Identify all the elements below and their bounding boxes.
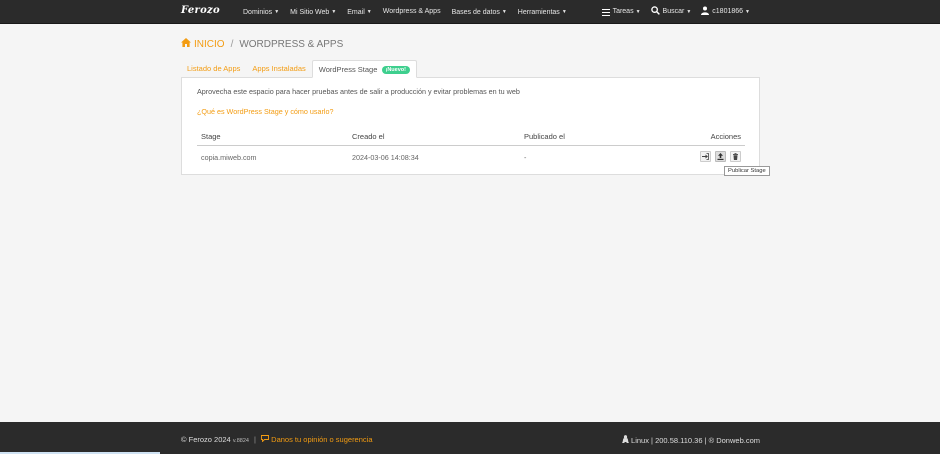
- caret-down-icon: ▼: [501, 9, 507, 15]
- publish-stage-button[interactable]: [715, 151, 726, 162]
- row-actions: [696, 151, 741, 162]
- footer-separator: |: [254, 435, 256, 444]
- menu-bases-de-datos[interactable]: Bases de datos ▼: [452, 0, 507, 24]
- tab-apps-instaladas[interactable]: Apps Instaladas: [246, 60, 311, 78]
- menu-herramientas[interactable]: Herramientas ▼: [518, 0, 567, 24]
- trash-icon: [733, 153, 738, 160]
- footer-left: © Ferozo 2024 v.8824 | Danos tu opinión …: [181, 435, 373, 444]
- cell-created: 2024-03-06 14:08:34: [352, 153, 419, 162]
- app-tabs: Listado de Apps Apps Instaladas WordPres…: [181, 60, 417, 78]
- cell-published: -: [524, 153, 527, 162]
- main-menu: Dominios ▼ Mi Sitio Web ▼ Email ▼ Wordpress…: [243, 0, 578, 24]
- menu-mi-sitio-web[interactable]: Mi Sitio Web ▼: [290, 0, 336, 24]
- footer-right: Linux | 200.58.110.36 | ® Donweb.com: [622, 435, 760, 445]
- header-actions: Acciones: [710, 132, 741, 141]
- menu-dominios[interactable]: Dominios ▼: [243, 0, 279, 24]
- caret-down-icon: ▼: [274, 9, 280, 15]
- user-icon: [701, 0, 710, 24]
- feedback-link[interactable]: Danos tu opinión o sugerencia: [261, 435, 373, 444]
- breadcrumb-home[interactable]: INICIO: [181, 38, 225, 50]
- header-created: Creado el: [352, 132, 385, 141]
- breadcrumb-separator: /: [230, 38, 234, 50]
- intro-text: Aprovecha este espacio para hacer prueba…: [197, 87, 520, 96]
- tasks-list-icon: [601, 8, 610, 16]
- breadcrumb-current: WORDPRESS & APPS: [239, 38, 344, 50]
- help-link[interactable]: ¿Qué es WordPress Stage y cómo usarlo?: [197, 107, 334, 116]
- caret-down-icon: ▼: [331, 9, 337, 15]
- caret-down-icon: ▼: [561, 9, 567, 15]
- version: v.8824: [232, 438, 249, 444]
- ferozo-logo[interactable]: Ferozo: [181, 5, 220, 16]
- login-stage-button[interactable]: [700, 151, 711, 162]
- navbar-right: Tareas ▼ Buscar ▼ c1801866 ▼: [592, 0, 750, 24]
- upload-icon: [717, 153, 724, 160]
- search-menu[interactable]: Buscar ▼: [650, 0, 692, 24]
- cell-stage: copia.miweb.com: [201, 153, 257, 162]
- search-icon: [650, 0, 660, 24]
- top-navbar: Ferozo Dominios ▼ Mi Sitio Web ▼ Email ▼ Wo…: [0, 0, 940, 24]
- home-icon: [181, 38, 191, 50]
- footer: © Ferozo 2024 v.8824 | Danos tu opinión …: [0, 422, 940, 454]
- tasks-menu[interactable]: Tareas ▼: [601, 0, 641, 24]
- caret-down-icon: ▼: [686, 9, 692, 15]
- menu-email[interactable]: Email ▼: [347, 0, 371, 24]
- caret-down-icon: ▼: [366, 9, 372, 15]
- table-header: Stage Creado el Publicado el Acciones: [197, 128, 745, 146]
- header-published: Publicado el: [524, 132, 565, 141]
- tab-wordpress-stage[interactable]: WordPress Stage ¡Nuevo!: [311, 60, 417, 78]
- comments-icon: [261, 435, 270, 443]
- breadcrumb: INICIO / WORDPRESS & APPS: [181, 38, 343, 50]
- menu-wordpress-apps[interactable]: Wordpress & Apps: [383, 0, 441, 24]
- tab-listado-de-apps[interactable]: Listado de Apps: [181, 60, 246, 78]
- caret-down-icon: ▼: [635, 9, 641, 15]
- header-stage: Stage: [201, 132, 221, 141]
- delete-stage-button[interactable]: [730, 151, 741, 162]
- table-row: copia.miweb.com 2024-03-06 14:08:34 -: [197, 147, 745, 167]
- linux-icon: [622, 435, 629, 443]
- new-badge: ¡Nuevo!: [381, 66, 410, 74]
- server-info: Linux | 200.58.110.36 | ® Donweb.com: [631, 436, 760, 445]
- publish-stage-tooltip: Publicar Stage: [724, 166, 770, 176]
- stage-panel: Aprovecha este espacio para hacer prueba…: [181, 77, 760, 175]
- caret-down-icon: ▼: [745, 9, 750, 15]
- copyright: © Ferozo 2024: [181, 435, 231, 444]
- user-menu[interactable]: c1801866 ▼: [701, 0, 750, 24]
- sign-in-icon: [702, 153, 709, 160]
